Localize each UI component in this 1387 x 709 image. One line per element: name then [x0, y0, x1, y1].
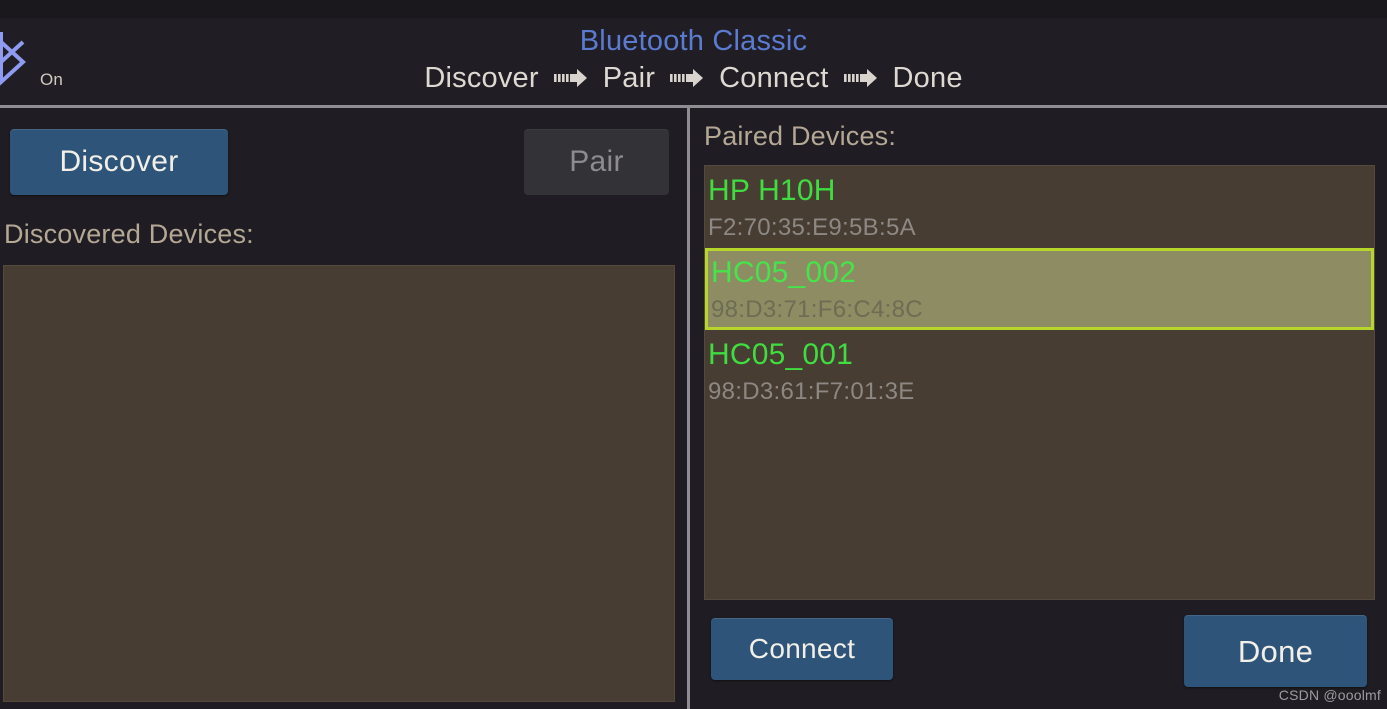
device-name: HC05_002: [711, 256, 857, 289]
step-discover: Discover: [424, 62, 539, 94]
paired-panel: Paired Devices: HP H10H F2:70:35:E9:5B:5…: [690, 108, 1387, 709]
dashed-arrow-right-icon: [553, 67, 589, 89]
app-header: On Bluetooth Classic Discover Pair Conne…: [0, 18, 1387, 105]
dashed-arrow-right-icon: [669, 67, 705, 89]
device-name: HC05_001: [708, 338, 854, 371]
device-mac-address: 98:D3:61:F7:01:3E: [708, 378, 915, 405]
list-item[interactable]: HP H10H F2:70:35:E9:5B:5A: [705, 166, 1374, 248]
header-center: Bluetooth Classic Discover Pair Connect …: [0, 18, 1387, 96]
discovered-panel: Discover Pair Discovered Devices:: [0, 108, 687, 709]
step-pair: Pair: [602, 62, 656, 94]
paired-devices-label: Paired Devices:: [704, 121, 897, 151]
watermark: CSDN @ooolmf: [1278, 687, 1381, 703]
device-name: HP H10H: [708, 174, 836, 207]
discovered-devices-label: Discovered Devices:: [4, 219, 254, 249]
page-title: Bluetooth Classic: [579, 25, 808, 57]
list-item[interactable]: HC05_001 98:D3:61:F7:01:3E: [705, 330, 1374, 412]
top-strip: [0, 0, 1387, 18]
dashed-arrow-right-icon: [843, 67, 879, 89]
list-item[interactable]: HC05_002 98:D3:71:F6:C4:8C: [705, 248, 1374, 330]
discover-button[interactable]: Discover: [10, 129, 228, 195]
step-connect: Connect: [719, 62, 829, 94]
workflow-steps: Discover Pair Connect Done: [0, 60, 1387, 96]
done-button[interactable]: Done: [1184, 615, 1367, 687]
connect-button[interactable]: Connect: [711, 618, 893, 680]
paired-devices-list[interactable]: HP H10H F2:70:35:E9:5B:5A HC05_002 98:D3…: [704, 165, 1375, 600]
bluetooth-classic-app: On Bluetooth Classic Discover Pair Conne…: [0, 0, 1387, 709]
step-done: Done: [892, 62, 963, 94]
device-mac-address: 98:D3:71:F6:C4:8C: [711, 296, 923, 323]
pair-button[interactable]: Pair: [524, 129, 669, 195]
device-mac-address: F2:70:35:E9:5B:5A: [708, 214, 916, 241]
discovered-devices-list[interactable]: [3, 265, 675, 702]
